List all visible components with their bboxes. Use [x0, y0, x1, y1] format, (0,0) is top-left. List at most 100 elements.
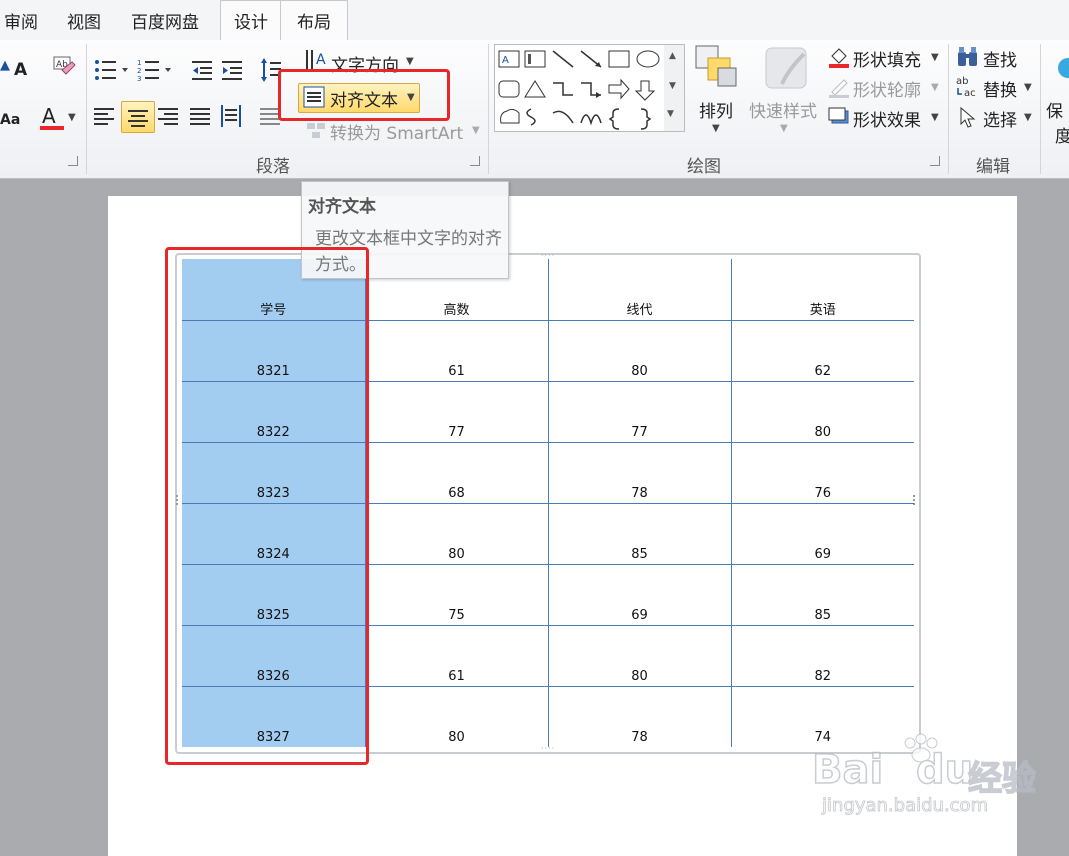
table-cell[interactable]: 76	[730, 441, 914, 504]
replace-icon[interactable]: ab ac	[956, 74, 980, 99]
drawing-dialog-launcher[interactable]	[930, 156, 940, 166]
table-cell[interactable]: 61	[364, 319, 549, 382]
svg-text:ab: ab	[956, 76, 968, 87]
numbering-icon[interactable]: 123	[137, 58, 177, 83]
increase-indent-icon[interactable]	[222, 58, 244, 82]
find-button[interactable]: 查找	[983, 46, 1017, 71]
separator	[948, 44, 949, 174]
chevron-down-icon[interactable]: ▼	[931, 112, 939, 123]
shape-fill-button[interactable]: 形状填充	[853, 46, 921, 71]
font-color-bar	[40, 126, 64, 130]
chevron-down-icon[interactable]: ▼	[931, 52, 939, 63]
tab-layout[interactable]: 布局	[297, 8, 331, 33]
cursor-icon[interactable]	[958, 106, 978, 128]
watermark-brand: Bai	[811, 746, 884, 794]
chevron-down-icon: ▼	[931, 82, 939, 93]
baidu-jingyan-watermark: Bai du 经验 jingyan.baidu.com	[811, 733, 1062, 835]
chevron-down-icon: ▼	[472, 125, 480, 136]
drawing-group-label: 绘图	[687, 157, 721, 177]
svg-text:A: A	[316, 52, 326, 68]
chevron-down-icon[interactable]: ▼	[712, 123, 720, 134]
shapes-gallery[interactable]: A	[494, 44, 666, 132]
align-left-icon[interactable]	[94, 106, 116, 128]
table-cell[interactable]: 77	[364, 380, 549, 443]
font-grow-icon[interactable]: ▲	[0, 58, 10, 73]
shape-outline-icon	[828, 76, 850, 98]
font-color-button[interactable]: A	[42, 104, 56, 128]
highlight-first-column	[165, 247, 369, 765]
table-cell[interactable]: 69	[730, 502, 914, 565]
quick-styles-icon	[764, 46, 810, 92]
watermark-url: jingyan.baidu.com	[822, 795, 989, 817]
highlight-align-text	[278, 69, 450, 121]
tab-review[interactable]: 审阅	[4, 8, 38, 33]
paragraph-dialog-launcher[interactable]	[470, 156, 480, 166]
shape-outline-button: 形状轮廓	[853, 81, 921, 101]
align-center-button[interactable]	[121, 101, 155, 133]
table-header-cell[interactable]: 英语	[730, 259, 914, 321]
watermark-brand-2: du	[915, 746, 974, 794]
separator	[488, 44, 489, 174]
binoculars-icon[interactable]	[956, 46, 980, 68]
table-cell[interactable]: 62	[730, 319, 914, 382]
chevron-down-icon[interactable]: ▼	[1024, 82, 1032, 93]
table-cell[interactable]: 85	[730, 563, 914, 626]
table-cell[interactable]: 80	[364, 502, 549, 565]
bullets-icon[interactable]	[94, 58, 134, 82]
chevron-down-icon[interactable]: ▼	[68, 112, 76, 123]
quick-styles-button: 快速样式	[749, 102, 817, 122]
gallery-scroll[interactable]: ▲ ▼ ▼	[664, 44, 685, 132]
partial-save-label[interactable]: 保	[1046, 97, 1063, 122]
table-cell[interactable]: 80	[547, 319, 732, 382]
table-cell[interactable]: 61	[364, 624, 549, 687]
svg-text:1: 1	[137, 59, 141, 67]
svg-text:2: 2	[137, 67, 141, 75]
chevron-down-icon: ▼	[780, 123, 788, 134]
font-dialog-launcher[interactable]	[68, 156, 78, 166]
distributed-icon[interactable]	[220, 104, 242, 128]
watermark-cn: 经验	[967, 758, 1037, 800]
separator	[1040, 44, 1041, 174]
shape-effects-button[interactable]: 形状效果	[853, 106, 921, 131]
arrange-icon[interactable]	[694, 44, 740, 90]
replace-button[interactable]: 替换	[983, 76, 1017, 101]
partial-label: 度	[1055, 127, 1069, 147]
table-cell[interactable]: 80	[730, 380, 914, 443]
tooltip-title: 对齐文本	[308, 197, 376, 217]
svg-text:3: 3	[137, 75, 141, 82]
clear-format-icon[interactable]: Ab	[52, 54, 76, 78]
table-cell[interactable]: 78	[547, 441, 732, 504]
editing-group-label: 编辑	[976, 157, 1010, 177]
justify-icon[interactable]	[190, 106, 212, 128]
table-cell[interactable]: 75	[364, 563, 549, 626]
table-cell[interactable]: 77	[547, 380, 732, 443]
table-cell[interactable]: 68	[364, 441, 549, 504]
svg-text:ac: ac	[964, 88, 976, 98]
shape-fill-icon[interactable]	[828, 46, 850, 68]
tab-view[interactable]: 视图	[67, 8, 101, 33]
smartart-icon	[305, 119, 327, 141]
select-button[interactable]: 选择	[983, 106, 1017, 131]
chevron-down-icon[interactable]: ▼	[1024, 112, 1032, 123]
separator	[86, 44, 87, 174]
table-cell[interactable]: 80	[547, 624, 732, 687]
tab-baidu-netdisk[interactable]: 百度网盘	[131, 8, 199, 33]
table-cell[interactable]: 82	[730, 624, 914, 687]
table-header-cell[interactable]: 线代	[547, 259, 732, 321]
font-shrink-button[interactable]: A	[14, 60, 27, 80]
tab-design[interactable]: 设计	[234, 8, 268, 33]
table-cell[interactable]: 78	[547, 685, 732, 747]
table-cell[interactable]: 69	[547, 563, 732, 626]
table-cell[interactable]: 80	[364, 685, 549, 747]
convert-smartart-button: 转换为 SmartArt	[330, 124, 464, 144]
chevron-down-icon[interactable]: ▼	[406, 56, 414, 67]
change-case-button[interactable]: Aa	[0, 112, 20, 128]
paragraph-group-label: 段落	[256, 157, 290, 177]
align-right-icon[interactable]	[158, 106, 180, 128]
decrease-indent-icon[interactable]	[192, 58, 214, 82]
shape-effects-icon[interactable]	[828, 106, 850, 128]
table-cell[interactable]: 74	[730, 685, 914, 747]
table-cell[interactable]: 85	[547, 502, 732, 565]
svg-text:A: A	[502, 55, 509, 66]
arrange-button[interactable]: 排列	[699, 97, 733, 122]
